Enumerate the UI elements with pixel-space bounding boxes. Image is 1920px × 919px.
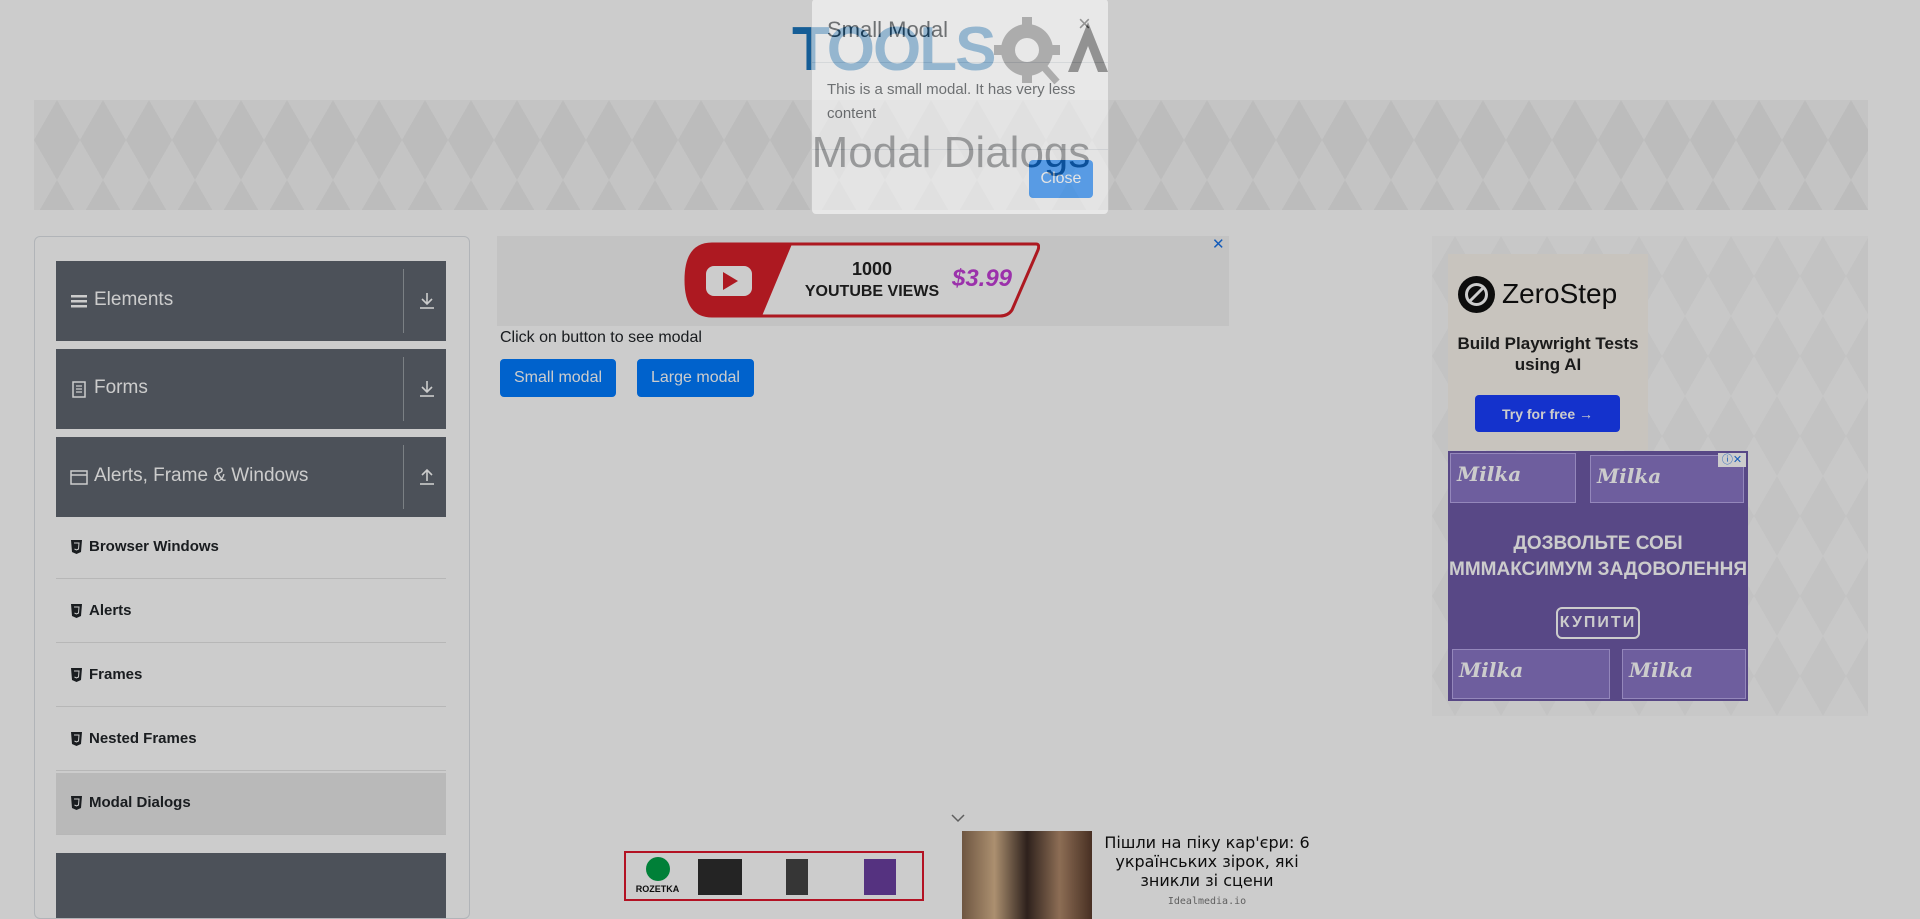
close-icon[interactable]: × (1078, 11, 1091, 37)
modal-title: Small Modal (827, 17, 949, 42)
modal-body-text: This is a small modal. It has very less … (827, 81, 1076, 122)
divider (812, 149, 1108, 150)
divider (812, 62, 1108, 63)
small-modal: Small Modal × This is a small modal. It … (811, 0, 1109, 215)
close-button[interactable]: Close (1029, 160, 1093, 198)
